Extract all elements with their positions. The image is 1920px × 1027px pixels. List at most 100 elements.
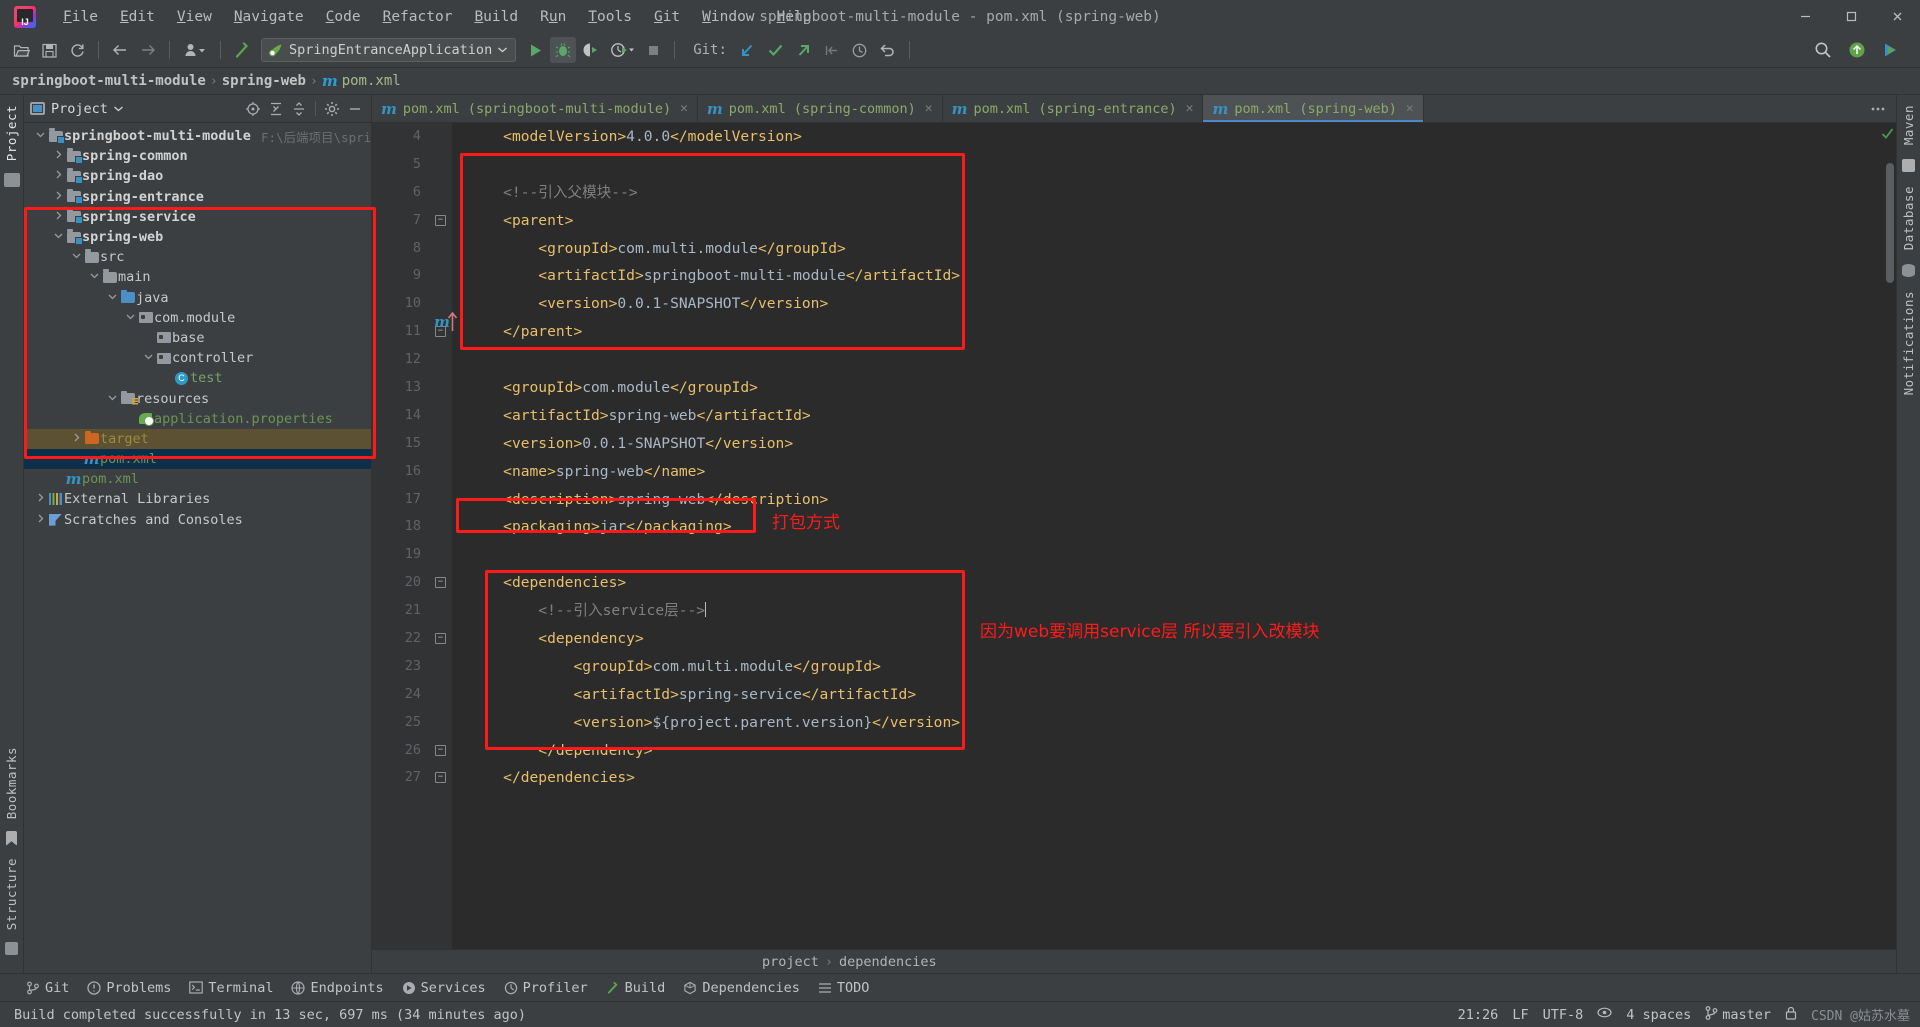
code-line[interactable]: <!--引入父模块--> (468, 179, 1883, 207)
editor-tab-3[interactable]: m pom.xml (spring-web) ✕ (1203, 95, 1424, 122)
code-line[interactable]: <name>spring-web</name> (468, 458, 1883, 486)
hide-icon[interactable] (345, 99, 365, 119)
plugin-update-icon[interactable] (1844, 37, 1870, 63)
editor-tab-2[interactable]: m pom.xml (spring-entrance) ✕ (943, 95, 1204, 122)
tree-node-base[interactable]: base (24, 328, 371, 348)
undo-icon[interactable] (875, 37, 901, 63)
close-tab-icon[interactable]: ✕ (680, 101, 688, 116)
gear-icon[interactable] (322, 99, 342, 119)
fold-toggle-icon[interactable]: − (435, 214, 446, 226)
code-line[interactable]: <dependencies> (468, 569, 1883, 597)
menu-item-git[interactable]: Git (643, 5, 691, 29)
stop-icon[interactable] (640, 37, 666, 63)
sidebar-tab-maven[interactable]: Maven (1899, 101, 1918, 149)
run-icon[interactable] (522, 37, 548, 63)
update-project-icon[interactable] (735, 37, 761, 63)
tool-window-problems[interactable]: Problems (87, 980, 171, 996)
chevron-right-icon[interactable] (52, 150, 65, 162)
chevron-down-icon[interactable] (142, 352, 155, 364)
tool-window-todo[interactable]: TODO (818, 980, 869, 996)
sidebar-tab-project[interactable]: Project (2, 101, 21, 165)
expand-all-icon[interactable] (266, 99, 286, 119)
code-line[interactable]: <groupId>com.multi.module</groupId> (468, 653, 1883, 681)
close-tab-icon[interactable]: ✕ (1406, 101, 1414, 116)
editor-scrollbar[interactable] (1881, 123, 1896, 949)
tree-node-target[interactable]: target (24, 428, 371, 449)
menu-item-build[interactable]: Build (463, 5, 529, 29)
status-branch[interactable]: master (1722, 1007, 1771, 1023)
editor-options-icon[interactable] (1860, 95, 1896, 122)
chevron-down-icon[interactable] (106, 393, 119, 405)
tree-node-controller[interactable]: controller (24, 348, 371, 368)
fold-toggle-icon[interactable]: − (435, 633, 446, 645)
minimize-button[interactable] (1782, 0, 1828, 33)
code-line[interactable]: <modelVersion>4.0.0</modelVersion> (468, 123, 1883, 151)
code-line[interactable]: <artifactId>spring-service</artifactId> (468, 681, 1883, 709)
tree-node-scratches-and-consoles[interactable]: Scratches and Consoles (24, 510, 371, 530)
maximize-button[interactable] (1828, 0, 1874, 33)
close-button[interactable] (1874, 0, 1920, 33)
tree-node-spring-entrance[interactable]: spring-entrance (24, 187, 371, 207)
code-line[interactable]: <groupId>com.module</groupId> (468, 374, 1883, 402)
tool-window-git[interactable]: Git (26, 980, 69, 996)
sidebar-tab-bookmarks[interactable]: Bookmarks (2, 743, 21, 823)
fold-gutter[interactable]: − − − − − − (430, 123, 452, 949)
sidebar-tab-notifications[interactable]: Notifications (1899, 287, 1918, 399)
chevron-right-icon[interactable] (52, 170, 65, 182)
code-line[interactable] (468, 541, 1883, 569)
back-arrow-icon[interactable] (107, 37, 133, 63)
code-line[interactable] (468, 151, 1883, 179)
tree-node-main[interactable]: main (24, 267, 371, 287)
status-lock-icon[interactable] (1785, 1006, 1797, 1024)
tool-window-dependencies[interactable]: Dependencies (683, 980, 800, 996)
status-indent[interactable]: 4 spaces (1626, 1007, 1691, 1023)
menu-item-run[interactable]: Run (529, 5, 577, 29)
tool-window-terminal[interactable]: Terminal (189, 980, 273, 996)
tool-window-profiler[interactable]: Profiler (504, 980, 588, 996)
structure-icon[interactable] (5, 942, 18, 955)
chevron-right-icon[interactable] (52, 191, 65, 203)
code-line[interactable]: </dependencies> (468, 764, 1883, 792)
breadcrumb-item-0[interactable]: springboot-multi-module (12, 73, 206, 89)
tool-window-build[interactable]: Build (606, 980, 665, 996)
save-all-icon[interactable] (36, 37, 62, 63)
project-strip-icon[interactable] (3, 173, 20, 188)
code-line[interactable]: <version>0.0.1-SNAPSHOT</version> (468, 430, 1883, 458)
chevron-down-icon[interactable] (113, 106, 123, 112)
maven-gutter-icon[interactable]: m (434, 311, 458, 331)
menu-item-view[interactable]: View (166, 5, 223, 29)
code-line[interactable]: </parent> (468, 318, 1883, 346)
code-line[interactable]: <packaging>jar</packaging> (468, 513, 1883, 541)
tool-window-services[interactable]: Services (402, 980, 486, 996)
sidebar-tab-structure[interactable]: Structure (2, 854, 21, 934)
chevron-down-icon[interactable] (106, 292, 119, 304)
chevron-right-icon[interactable] (34, 493, 47, 505)
rollback-arrow-icon[interactable] (819, 37, 845, 63)
editor-scroll-thumb[interactable] (1886, 163, 1894, 283)
bookmark-icon[interactable] (6, 830, 17, 846)
locate-icon[interactable] (243, 99, 263, 119)
code-content[interactable]: <modelVersion>4.0.0</modelVersion> <!--引… (452, 123, 1883, 949)
code-line[interactable] (468, 346, 1883, 374)
menu-item-edit[interactable]: Edit (109, 5, 166, 29)
debug-icon[interactable] (550, 37, 577, 63)
tree-node-pom-xml[interactable]: m pom.xml (24, 469, 371, 489)
chevron-right-icon[interactable] (52, 211, 65, 223)
sync-icon[interactable] (64, 37, 90, 63)
project-tree[interactable]: springboot-multi-module F:\后端项目\spri sprin… (24, 123, 371, 973)
tree-node-external-libraries[interactable]: External Libraries (24, 489, 371, 509)
code-line[interactable]: <description>spring-web</description> (468, 486, 1883, 514)
fold-toggle-icon[interactable]: − (435, 744, 446, 756)
chevron-down-icon[interactable] (124, 312, 137, 324)
chevron-down-icon[interactable] (52, 231, 65, 243)
code-line[interactable]: <artifactId>spring-web</artifactId> (468, 402, 1883, 430)
close-tab-icon[interactable]: ✕ (1186, 101, 1194, 116)
tree-node-spring-service[interactable]: spring-service (24, 207, 371, 227)
breadcrumb-item-1[interactable]: spring-web (222, 73, 306, 89)
tree-node-application-properties[interactable]: application.properties (24, 409, 371, 429)
tree-node-src[interactable]: src (24, 247, 371, 267)
profile-icon[interactable] (178, 37, 212, 63)
tree-node-spring-dao[interactable]: spring-dao (24, 166, 371, 186)
maven-strip-icon[interactable] (1902, 159, 1915, 173)
history-clock-icon[interactable] (847, 37, 873, 63)
